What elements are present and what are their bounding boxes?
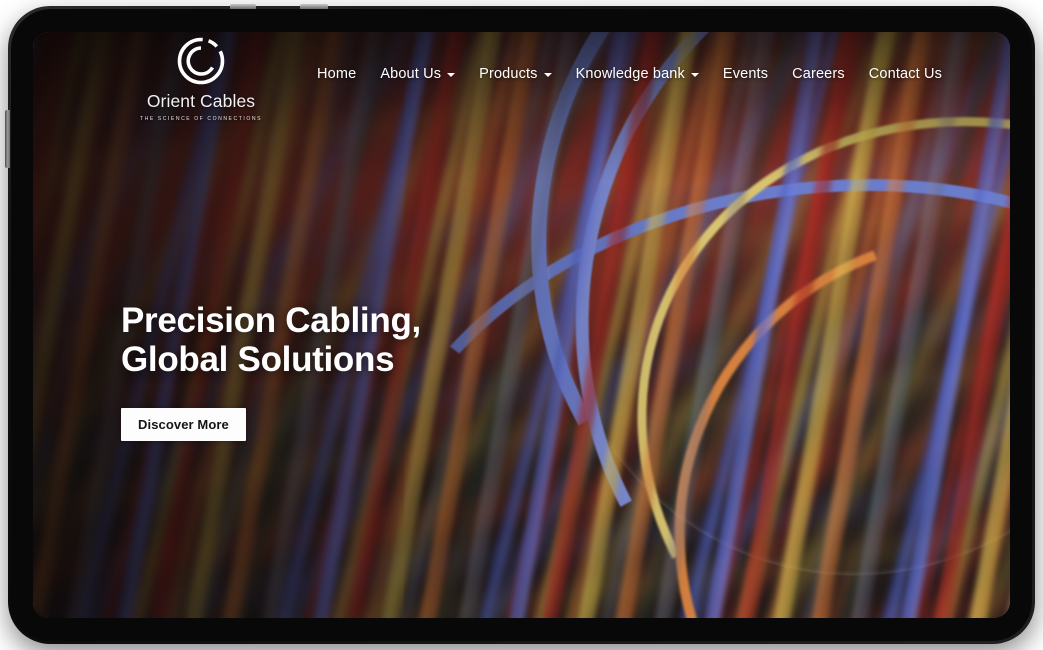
discover-more-button[interactable]: Discover More <box>121 407 246 441</box>
nav-item-label: Events <box>722 66 769 82</box>
brand-name: Orient Cables <box>146 91 256 111</box>
nav-item-label: Contact Us <box>868 66 942 82</box>
chevron-down-icon <box>543 73 552 77</box>
power-button[interactable] <box>5 110 10 168</box>
nav-item-label: Knowledge bank <box>575 66 685 82</box>
brand-logo[interactable]: Orient Cables THE SCIENCE OF CONNECTIONS <box>121 32 281 122</box>
nav-item-label: Careers <box>792 66 845 82</box>
nav-item-contact-us[interactable]: Contact Us <box>857 60 954 88</box>
nav-item-knowledge-bank[interactable]: Knowledge bank <box>564 60 711 88</box>
nav-item-label: About Us <box>380 66 442 82</box>
circular-c-logo-icon <box>175 35 227 87</box>
nav-item-careers[interactable]: Careers <box>780 60 857 88</box>
screenshot-stage: Orient Cables THE SCIENCE OF CONNECTIONS… <box>0 0 1043 650</box>
nav-item-products[interactable]: Products <box>467 60 563 88</box>
nav-item-home[interactable]: Home <box>305 60 368 88</box>
tablet-screen: Orient Cables THE SCIENCE OF CONNECTIONS… <box>33 32 1010 618</box>
main-navigation: Home About Us Products Knowledge bank Ev… <box>305 60 954 88</box>
nav-item-label: Home <box>317 66 357 82</box>
nav-item-events[interactable]: Events <box>711 60 780 88</box>
chevron-down-icon <box>447 73 456 77</box>
nav-item-about-us[interactable]: About Us <box>368 60 467 88</box>
nav-item-label: Products <box>479 66 538 82</box>
chevron-down-icon <box>690 73 699 77</box>
brand-tagline: THE SCIENCE OF CONNECTIONS <box>139 115 263 122</box>
hero-section: Precision Cabling, Global Solutions Disc… <box>121 301 421 441</box>
site-header: Orient Cables THE SCIENCE OF CONNECTIONS… <box>33 32 1010 142</box>
hero-title: Precision Cabling, Global Solutions <box>121 301 421 379</box>
